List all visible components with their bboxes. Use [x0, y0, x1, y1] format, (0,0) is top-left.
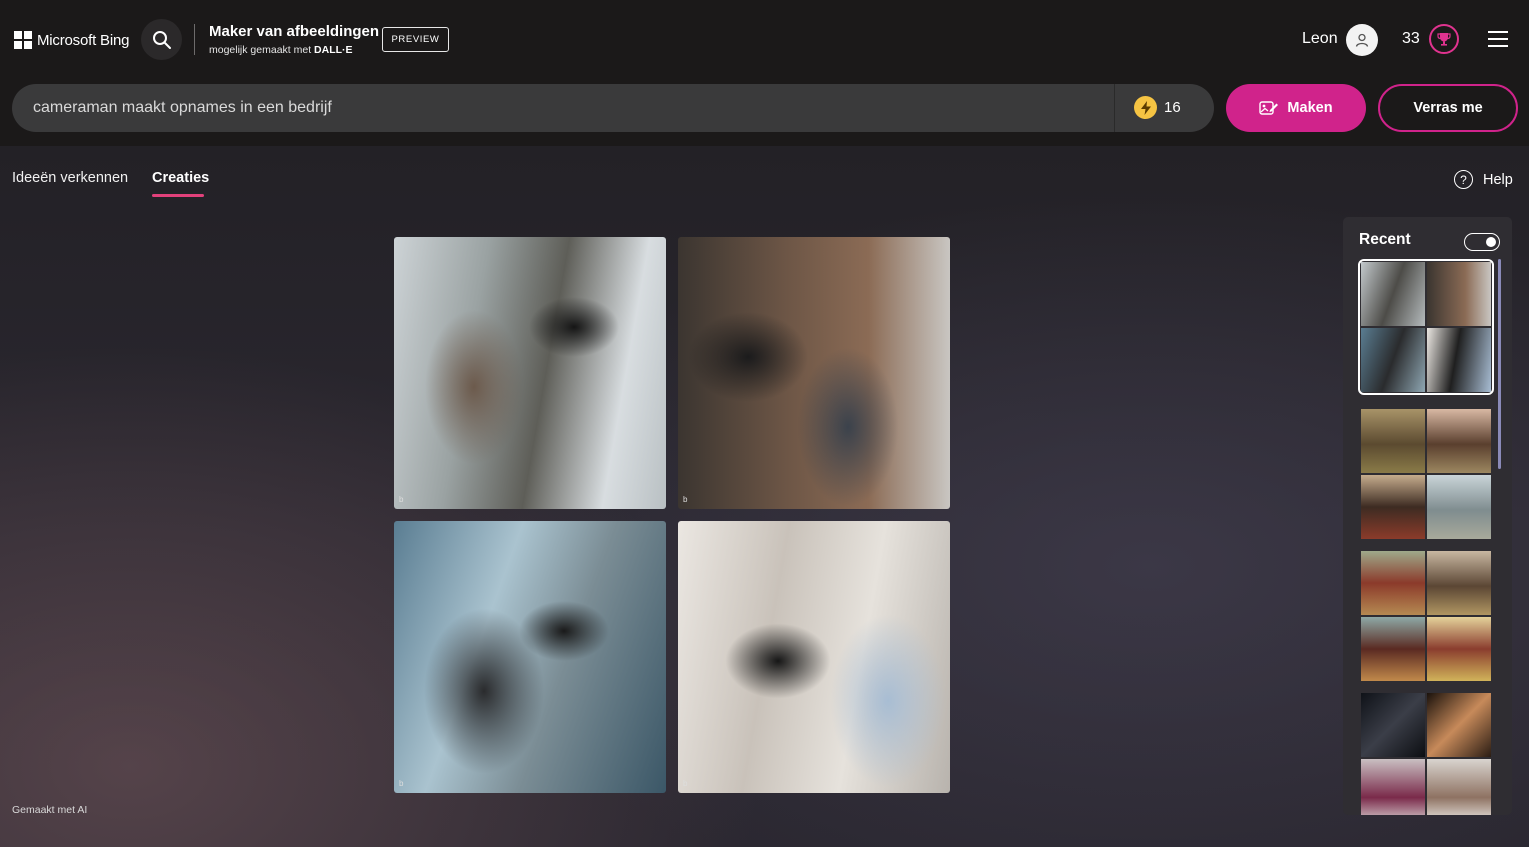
recent-thumbnail: [1361, 262, 1425, 326]
recent-creation-4[interactable]: [1361, 693, 1491, 815]
avatar[interactable]: [1346, 24, 1378, 56]
search-button[interactable]: [141, 19, 182, 60]
recent-thumbnail: [1361, 551, 1425, 615]
generated-image-4[interactable]: b: [678, 521, 950, 793]
bing-watermark-icon: b: [683, 495, 688, 504]
active-tab-indicator: [152, 194, 204, 197]
app-subtitle-prefix: mogelijk gemaakt met: [209, 44, 315, 56]
windows-logo-icon: [14, 31, 32, 49]
rewards-button[interactable]: [1429, 24, 1459, 54]
rewards-points[interactable]: 33: [1402, 30, 1420, 48]
recent-thumbnail: [1361, 328, 1425, 392]
app-subtitle: mogelijk gemaakt met DALL·E: [209, 44, 353, 56]
trophy-icon: [1437, 33, 1451, 46]
recent-thumbnail: [1361, 693, 1425, 757]
recent-thumbnail: [1361, 475, 1425, 539]
recent-creation-1[interactable]: [1358, 259, 1494, 395]
recent-thumbnail: [1361, 617, 1425, 681]
image-create-icon: [1259, 101, 1279, 115]
recent-thumbnail: [1427, 328, 1491, 392]
boosts-indicator[interactable]: 16: [1134, 96, 1181, 119]
recent-creation-2[interactable]: [1361, 409, 1491, 539]
recent-thumbnail: [1427, 617, 1491, 681]
recent-thumbnail: [1361, 759, 1425, 815]
recent-thumbnail: [1427, 759, 1491, 815]
recent-thumbnail: [1427, 262, 1491, 326]
recent-thumbnail: [1427, 475, 1491, 539]
hamburger-menu-icon[interactable]: [1488, 31, 1508, 47]
dalle-brand: DALL·E: [314, 44, 353, 56]
recent-thumbnail: [1427, 409, 1491, 473]
help-icon: ?: [1454, 170, 1473, 189]
make-button-label: Maken: [1287, 100, 1333, 116]
tab-explore-ideas[interactable]: Ideeën verkennen: [12, 170, 128, 186]
microsoft-bing-logo[interactable]: Microsoft Bing: [14, 31, 129, 49]
make-button[interactable]: Maken: [1226, 84, 1366, 132]
app-title: Maker van afbeeldingen: [209, 23, 380, 40]
toggle-knob: [1486, 236, 1496, 247]
recent-thumbnail: [1427, 551, 1491, 615]
help-button[interactable]: ? Help: [1454, 170, 1513, 189]
boosts-count: 16: [1164, 99, 1181, 116]
prompt-divider: [1114, 84, 1115, 132]
logo-text: Microsoft Bing: [37, 31, 130, 49]
prompt-text[interactable]: cameraman maakt opnames in een bedrijf: [33, 99, 332, 117]
help-label: Help: [1483, 171, 1513, 188]
bing-watermark-icon: b: [399, 779, 404, 788]
recent-thumbnail: [1361, 409, 1425, 473]
recent-panel: Recent: [1343, 217, 1512, 815]
tab-creations[interactable]: Creaties: [152, 170, 209, 186]
header-divider: [194, 24, 195, 55]
bing-watermark-icon: b: [399, 495, 404, 504]
surprise-me-button[interactable]: Verras me: [1378, 84, 1518, 132]
generated-image-1[interactable]: b: [394, 237, 666, 509]
recent-toggle[interactable]: [1464, 233, 1500, 251]
generated-image-2[interactable]: b: [678, 237, 950, 509]
recent-title: Recent: [1359, 231, 1411, 248]
preview-badge: PREVIEW: [382, 27, 449, 52]
prompt-input[interactable]: cameraman maakt opnames in een bedrijf 1…: [12, 84, 1214, 132]
user-icon: [1355, 33, 1369, 47]
recent-thumbnail: [1427, 693, 1491, 757]
search-icon: [152, 30, 171, 49]
recent-scrollbar[interactable]: [1498, 259, 1501, 469]
generated-image-3[interactable]: b: [394, 521, 666, 793]
lightning-icon: [1134, 96, 1157, 119]
made-with-ai-note: Gemaakt met AI: [12, 804, 88, 816]
recent-creation-3[interactable]: [1361, 551, 1491, 681]
user-name[interactable]: Leon: [1302, 30, 1338, 48]
bing-watermark-icon: b: [683, 779, 688, 788]
